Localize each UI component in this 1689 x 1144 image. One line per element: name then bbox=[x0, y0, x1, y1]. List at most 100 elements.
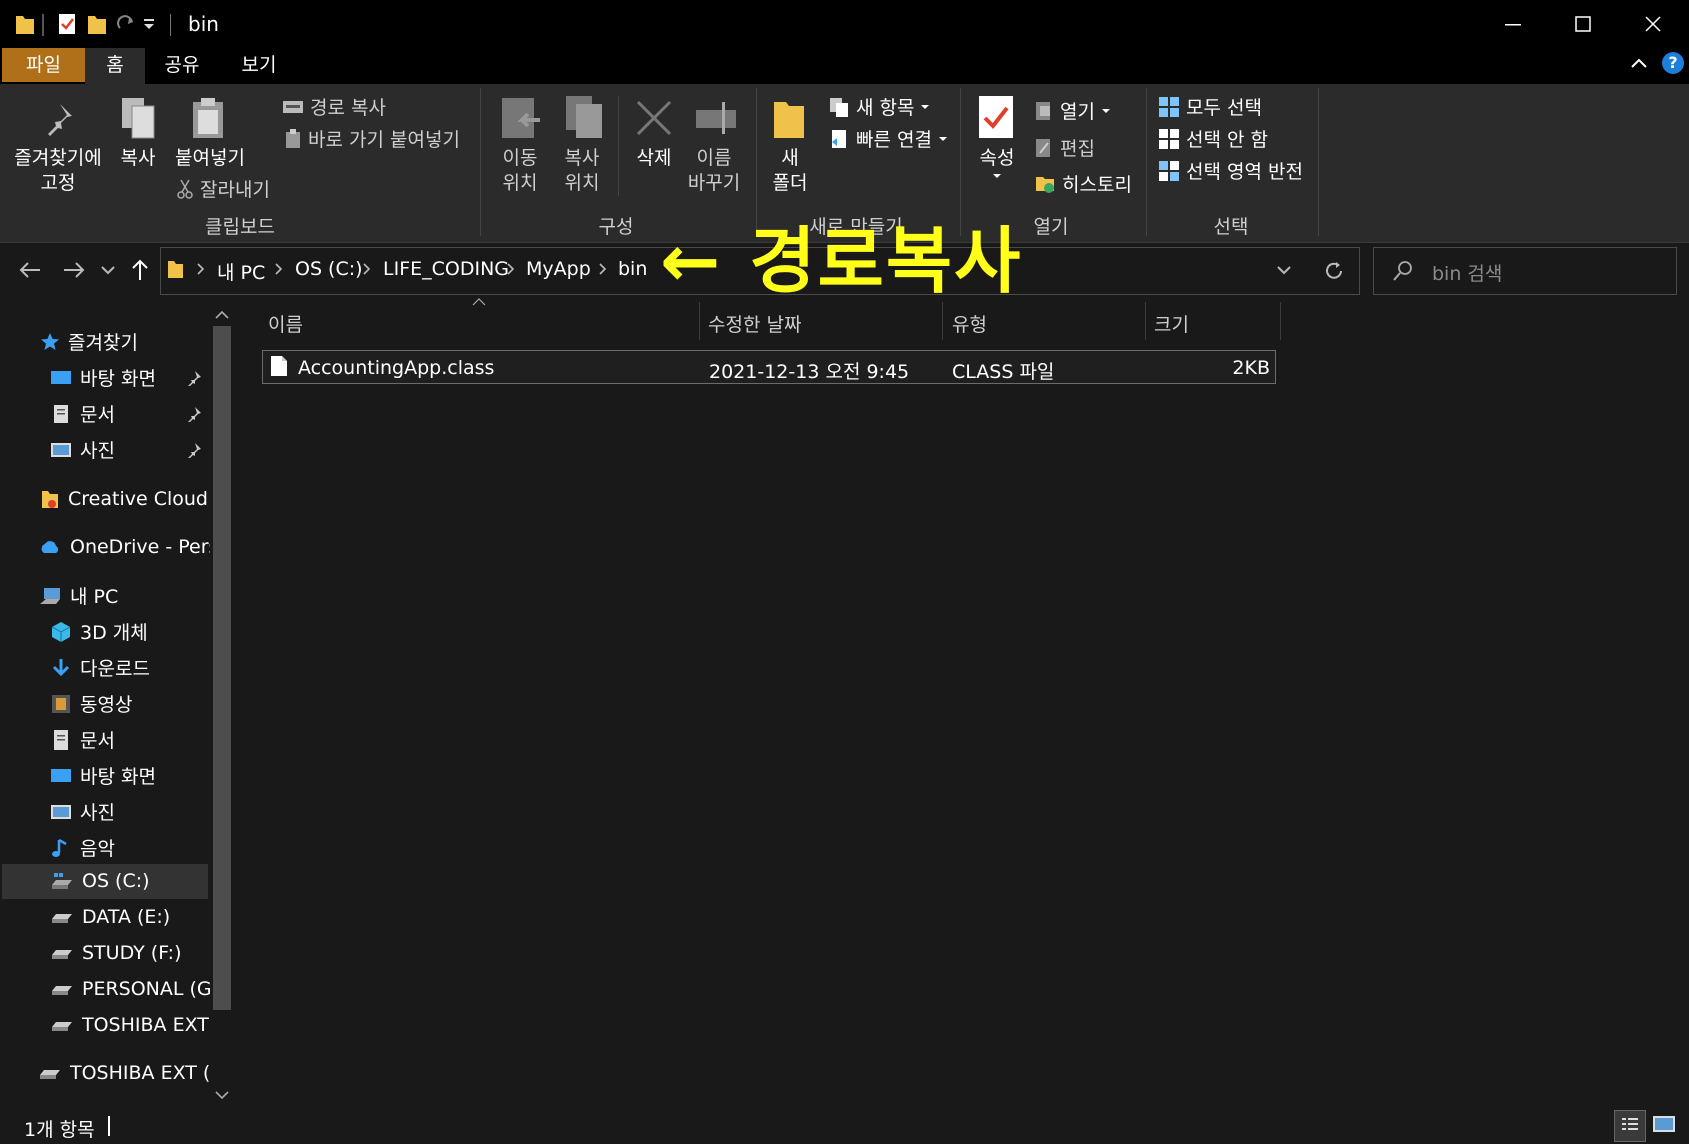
nav-documents[interactable]: 문서 bbox=[50, 726, 115, 753]
tab-home[interactable]: 홈 bbox=[85, 48, 145, 84]
delete-button[interactable]: 삭제 bbox=[624, 146, 684, 171]
drive-icon bbox=[50, 1016, 74, 1034]
easy-access-button[interactable]: 빠른 연결 bbox=[828, 125, 948, 152]
column-divider[interactable] bbox=[942, 302, 943, 340]
search-box[interactable]: bin 검색 bbox=[1373, 247, 1677, 295]
column-divider[interactable] bbox=[699, 302, 700, 340]
sidebar-scrollbar-thumb[interactable] bbox=[213, 326, 231, 1010]
collapse-ribbon-icon[interactable] bbox=[1630, 56, 1648, 70]
column-divider[interactable] bbox=[1280, 302, 1281, 340]
divider bbox=[1146, 88, 1147, 236]
nav-videos[interactable]: 동영상 bbox=[50, 690, 132, 717]
file-modified: 2021-12-13 오전 9:45 bbox=[709, 361, 910, 383]
scroll-down-icon[interactable] bbox=[214, 1090, 230, 1102]
back-button[interactable] bbox=[18, 260, 42, 280]
copy-button[interactable]: 복사 bbox=[112, 146, 164, 171]
paste-shortcut-button[interactable]: 바로 가기 붙여넣기 bbox=[284, 125, 460, 152]
nav-music[interactable]: 음악 bbox=[50, 834, 115, 861]
pin-icon[interactable] bbox=[186, 370, 202, 386]
breadcrumb-myapp[interactable]: MyApp bbox=[526, 258, 591, 280]
nav-onedrive[interactable]: OneDrive - Personal bbox=[38, 536, 210, 558]
tab-view[interactable]: 보기 bbox=[226, 48, 292, 82]
new-folder-icon bbox=[772, 96, 806, 140]
nav-this-pc[interactable]: 내 PC bbox=[38, 582, 118, 609]
up-button[interactable] bbox=[130, 258, 150, 282]
forward-button[interactable] bbox=[62, 260, 86, 280]
breadcrumb-life-coding[interactable]: LIFE_CODING bbox=[383, 258, 509, 280]
dropdown-icon bbox=[920, 103, 930, 111]
close-button[interactable] bbox=[1618, 0, 1688, 48]
pin-icon[interactable] bbox=[186, 406, 202, 422]
tab-file[interactable]: 파일 bbox=[2, 48, 85, 82]
column-modified[interactable]: 수정한 날짜 bbox=[708, 310, 801, 337]
move-label-1: 이동 bbox=[502, 147, 538, 169]
breadcrumb-os-c[interactable]: OS (C:) bbox=[295, 258, 363, 280]
properties-button[interactable]: 속성 bbox=[966, 146, 1028, 181]
help-icon[interactable]: ? bbox=[1662, 52, 1684, 74]
chevron-right-icon[interactable] bbox=[196, 262, 206, 276]
nav-label: 3D 개체 bbox=[80, 622, 148, 644]
copyto-label-2: 위치 bbox=[564, 172, 600, 194]
copy-path-button[interactable]: 경로 복사 bbox=[282, 93, 386, 120]
new-item-button[interactable]: 새 항목 bbox=[828, 93, 930, 120]
recent-locations-button[interactable] bbox=[100, 264, 116, 276]
title-bar bbox=[0, 0, 1689, 48]
column-name[interactable]: 이름 bbox=[268, 310, 303, 337]
select-none-button[interactable]: 선택 안 함 bbox=[1158, 125, 1268, 152]
nav-pictures[interactable]: 사진 bbox=[50, 798, 115, 825]
copy-to-button[interactable]: 복사 위치 bbox=[552, 146, 612, 196]
nav-label: TOSHIBA EXT (I:) bbox=[70, 1062, 210, 1084]
scroll-up-icon[interactable] bbox=[214, 308, 230, 320]
column-divider[interactable] bbox=[1145, 302, 1146, 340]
invert-selection-button[interactable]: 선택 영역 반전 bbox=[1158, 157, 1303, 184]
divider bbox=[960, 88, 961, 236]
chevron-right-icon[interactable] bbox=[598, 262, 608, 276]
copy-path-icon bbox=[282, 98, 304, 116]
back-arrow-icon bbox=[18, 260, 42, 280]
paste-button[interactable]: 붙여넣기 bbox=[168, 146, 252, 171]
chevron-right-icon[interactable] bbox=[362, 262, 372, 276]
nav-label: 문서 bbox=[80, 404, 115, 426]
folder-icon bbox=[166, 258, 184, 280]
minimize-button[interactable] bbox=[1478, 0, 1548, 48]
nav-downloads[interactable]: 다운로드 bbox=[50, 654, 150, 681]
pin-icon[interactable] bbox=[186, 442, 202, 458]
move-to-button[interactable]: 이동 위치 bbox=[490, 146, 550, 196]
address-dropdown-button[interactable] bbox=[1276, 264, 1292, 276]
cut-button[interactable]: 잘라내기 bbox=[176, 175, 270, 202]
redo-icon[interactable] bbox=[116, 12, 138, 36]
chevron-right-icon[interactable] bbox=[274, 262, 284, 276]
nav-study-f[interactable]: STUDY (F:) bbox=[50, 942, 182, 964]
nav-os-c[interactable]: OS (C:) bbox=[50, 870, 150, 892]
maximize-button[interactable] bbox=[1548, 0, 1618, 48]
chevron-right-icon[interactable] bbox=[506, 262, 516, 276]
details-view-button[interactable] bbox=[1614, 1110, 1646, 1142]
properties-icon[interactable] bbox=[56, 12, 78, 36]
select-all-icon bbox=[1158, 96, 1180, 118]
nav-personal-g[interactable]: PERSONAL (G:) bbox=[50, 978, 225, 1000]
tab-share[interactable]: 공유 bbox=[150, 48, 214, 82]
rename-button[interactable]: 이름 바꾸기 bbox=[682, 146, 746, 196]
pin-to-quick-access-button[interactable]: 즐겨찾기에 고정 bbox=[8, 146, 108, 196]
nav-toshiba-i-under-pc[interactable]: TOSHIBA EXT (I:) bbox=[50, 1014, 210, 1036]
refresh-button[interactable] bbox=[1309, 247, 1360, 295]
nav-toshiba-i[interactable]: TOSHIBA EXT (I:) bbox=[38, 1062, 210, 1084]
nav-creative-cloud[interactable]: Creative Cloud Files bbox=[40, 488, 210, 510]
column-type[interactable]: 유형 bbox=[952, 310, 987, 337]
nav-data-e[interactable]: DATA (E:) bbox=[50, 906, 170, 928]
large-icons-view-button[interactable] bbox=[1652, 1114, 1676, 1134]
customize-toolbar-icon[interactable] bbox=[142, 18, 156, 32]
history-button[interactable]: 히스토리 bbox=[1034, 170, 1132, 197]
select-all-button[interactable]: 모두 선택 bbox=[1158, 93, 1262, 120]
nav-3d-objects[interactable]: 3D 개체 bbox=[50, 618, 148, 645]
nav-quick-access[interactable]: 즐겨찾기 bbox=[40, 328, 138, 355]
new-folder-icon[interactable] bbox=[86, 12, 108, 36]
breadcrumb-bin[interactable]: bin bbox=[618, 258, 647, 280]
edit-button[interactable]: 편집 bbox=[1034, 134, 1095, 161]
new-folder-button[interactable]: 새 폴더 bbox=[760, 146, 820, 196]
column-size[interactable]: 크기 bbox=[1154, 310, 1189, 337]
search-input[interactable]: bin 검색 bbox=[1432, 259, 1502, 286]
breadcrumb-this-pc[interactable]: 내 PC bbox=[217, 258, 265, 285]
nav-desktop[interactable]: 바탕 화면 bbox=[50, 762, 156, 789]
open-button[interactable]: 열기 bbox=[1034, 97, 1111, 124]
